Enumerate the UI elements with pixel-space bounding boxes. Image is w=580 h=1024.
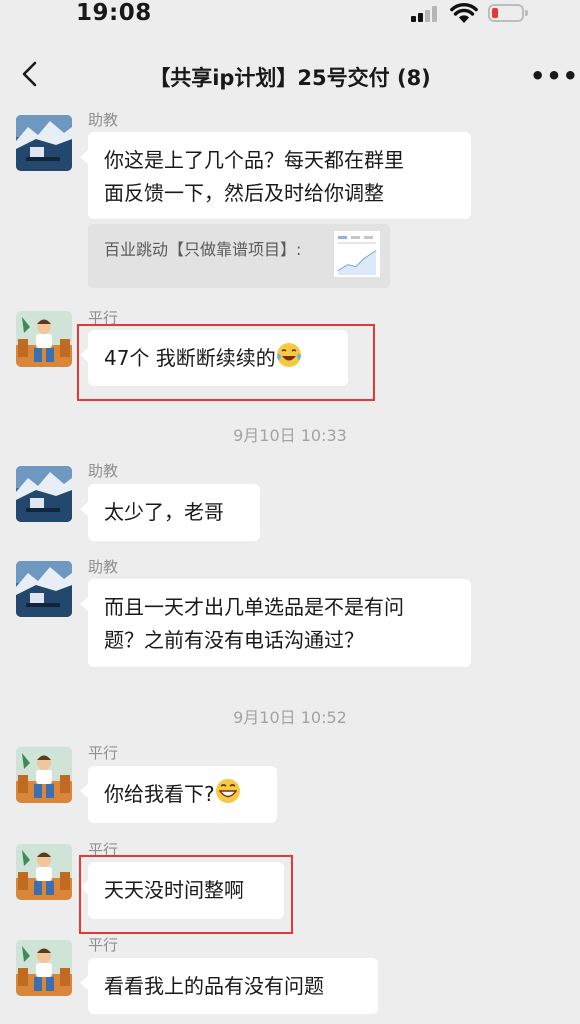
message-bubble[interactable]: 你给我看下? [80,766,277,823]
message-bubble[interactable]: 你这是上了几个品？每天都在群里 面反馈一下，然后及时给你调整 [80,132,471,219]
wifi-icon [450,2,478,23]
sender-name: 平行 [88,841,119,859]
avatar[interactable] [16,311,72,367]
message-bubble[interactable]: 看看我上的品有没有问题 [80,958,378,1014]
ellipsis-icon[interactable]: ••• [530,62,579,90]
status-bar: 19:08 [0,0,580,34]
message-text-line: 你这是上了几个品？每天都在群里 [104,148,404,172]
sender-name: 平行 [88,744,119,762]
sender-name: 助教 [88,558,119,576]
laughing-tears-emoji [276,343,301,367]
battery-icon [488,4,528,22]
sender-name: 助教 [88,462,119,480]
avatar[interactable] [16,115,72,171]
timestamp: 9月10日 10:33 [233,426,347,445]
chat-title: 【共享ip计划】25号交付 (8) [149,66,431,90]
sender-name: 平行 [88,309,119,327]
chat-header: 【共享ip计划】25号交付 (8) ••• [0,50,580,102]
message-text-line: 题？之前有没有电话沟通过？ [104,628,364,652]
avatar[interactable] [16,561,72,617]
message-text: 太少了，老哥 [104,500,224,524]
avatar[interactable] [16,466,72,522]
cellular-signal-icon [411,6,439,22]
avatar[interactable] [16,940,72,996]
message-bubble[interactable]: 而且一天才出几单选品是不是有问 题？之前有没有电话沟通过？ [80,579,471,667]
message-text-line: 而且一天才出几单选品是不是有问 [104,595,404,619]
message-text-line: 面反馈一下，然后及时给你调整 [104,181,384,205]
message-bubble[interactable]: 太少了，老哥 [80,484,260,541]
message-text: 看看我上的品有没有问题 [104,974,324,998]
avatar[interactable] [16,747,72,803]
message-text: 47个 我断断续续的 [104,346,276,370]
quote-text: 百业跳动【只做靠谱项目】: [104,240,302,259]
message-text: 你给我看下? [104,782,215,806]
grinning-emoji [215,779,240,803]
message-text: 天天没时间整啊 [104,878,244,902]
sender-name: 平行 [88,936,119,954]
message-bubble[interactable]: 天天没时间整啊 [80,862,284,919]
sender-name: 助教 [88,111,119,129]
chart-thumbnail-icon [334,231,380,277]
timestamp: 9月10日 10:52 [233,708,347,727]
message-bubble[interactable]: 47个 我断断续续的 [80,330,348,386]
status-time: 19:08 [76,0,152,26]
avatar[interactable] [16,844,72,900]
